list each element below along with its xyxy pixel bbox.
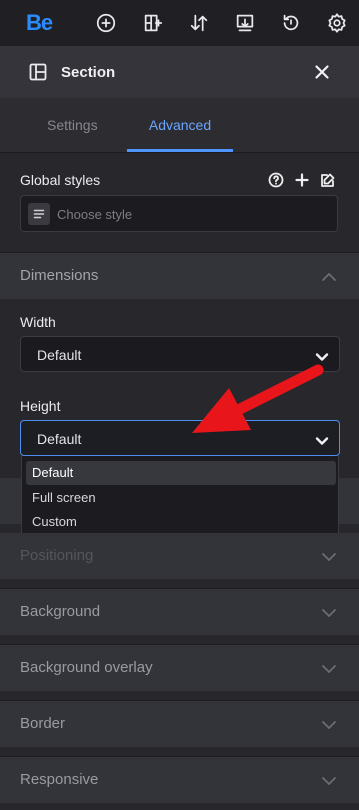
global-styles-label: Global styles (20, 172, 101, 188)
accordion-background-label: Background (20, 603, 101, 620)
accordion-dimensions[interactable]: Dimensions (0, 253, 359, 299)
accordion-background-overlay[interactable]: Background overlay (0, 645, 359, 691)
plus-icon[interactable] (294, 172, 312, 190)
import-icon[interactable] (232, 10, 258, 36)
tab-advanced[interactable]: Advanced (127, 98, 233, 152)
section-title: Section (61, 64, 116, 81)
chevron-up-icon (321, 270, 337, 282)
accordion-positioning-label: Positioning (20, 547, 94, 564)
close-icon[interactable] (312, 62, 332, 82)
layout-section-icon (29, 63, 47, 81)
top-toolbar (0, 0, 359, 46)
chevron-down-icon (315, 349, 329, 361)
accordion-background-overlay-label: Background overlay (20, 659, 153, 676)
tab-settings[interactable]: Settings (47, 98, 98, 152)
accordion-positioning[interactable]: Positioning (0, 533, 359, 579)
height-value: Default (37, 431, 82, 447)
add-element-icon[interactable] (93, 10, 119, 36)
chevron-down-icon (315, 433, 329, 445)
chevron-down-icon (321, 774, 337, 786)
panel-tabs: Settings Advanced (0, 98, 359, 153)
global-style-placeholder: Choose style (57, 207, 133, 222)
add-column-icon[interactable] (140, 10, 166, 36)
height-option-custom[interactable]: Custom (26, 510, 336, 534)
height-dropdown-list: Default Full screen Custom (21, 456, 339, 540)
accordion-background[interactable]: Background (0, 589, 359, 635)
app-logo[interactable]: Be (26, 10, 53, 36)
sort-arrows-icon[interactable] (186, 10, 212, 36)
height-option-default[interactable]: Default (26, 461, 336, 485)
accordion-dimensions-label: Dimensions (20, 267, 99, 284)
active-tab-indicator (127, 149, 233, 152)
accordion-responsive-label: Responsive (20, 771, 99, 788)
accordion-border[interactable]: Border (0, 701, 359, 747)
height-option-full-screen[interactable]: Full screen (26, 486, 336, 510)
width-value: Default (37, 347, 82, 363)
chevron-down-icon (321, 662, 337, 674)
accordion-border-label: Border (20, 715, 66, 732)
height-select[interactable]: Default (20, 420, 340, 456)
width-label: Width (20, 314, 56, 330)
width-select[interactable]: Default (20, 336, 340, 372)
chevron-down-icon (321, 550, 337, 562)
chevron-down-icon (321, 718, 337, 730)
edit-style-icon[interactable] (320, 172, 338, 190)
settings-gear-icon[interactable] (324, 10, 350, 36)
accordion-responsive[interactable]: Responsive (0, 757, 359, 803)
height-label: Height (20, 398, 61, 414)
chevron-down-icon (321, 606, 337, 618)
section-header: Section (0, 46, 359, 98)
history-icon[interactable] (278, 10, 304, 36)
list-icon (28, 203, 50, 225)
help-icon[interactable] (268, 172, 286, 190)
global-style-select[interactable]: Choose style (20, 195, 338, 232)
